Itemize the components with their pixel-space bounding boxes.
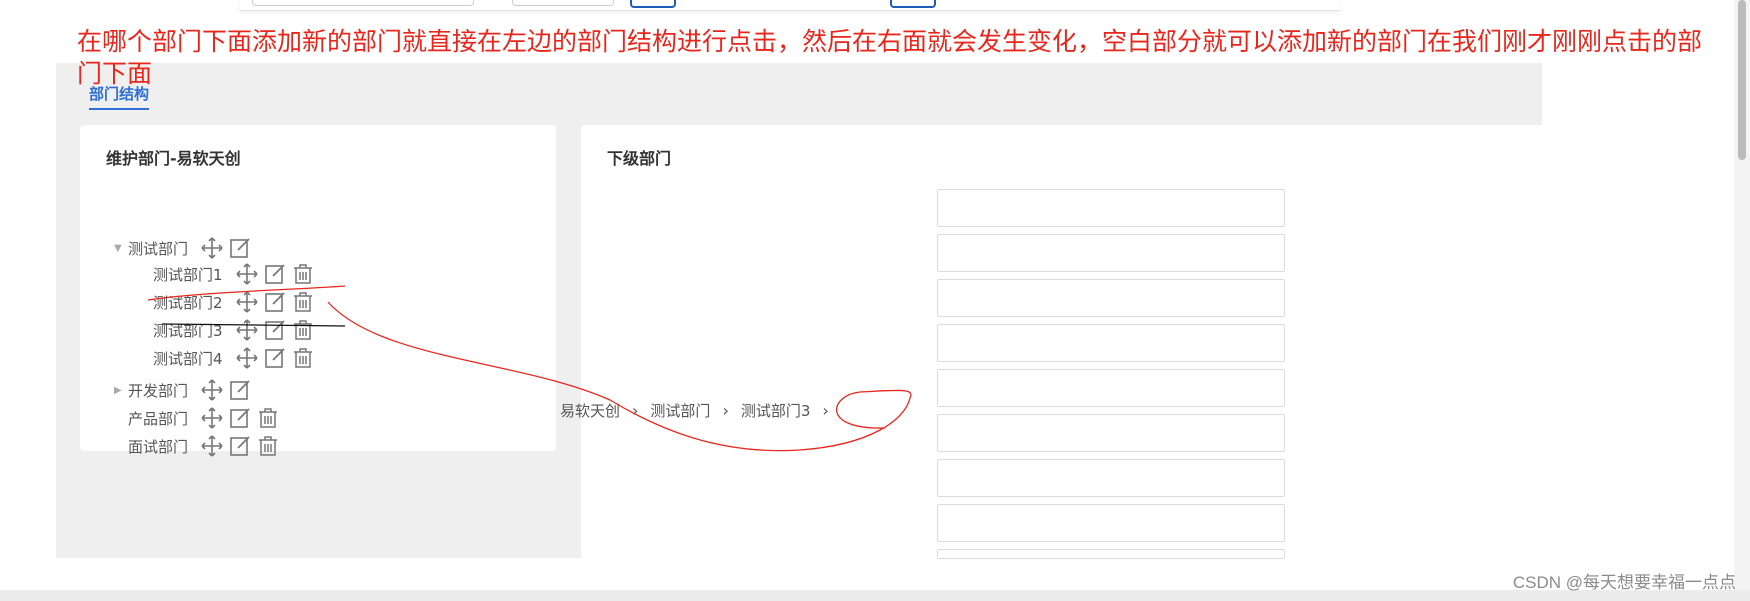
delete-icon[interactable] xyxy=(291,262,315,286)
tree-node-label[interactable]: 测试部门3 xyxy=(153,320,223,341)
caret-down-icon[interactable]: ▼ xyxy=(114,243,122,254)
new-department-inputs xyxy=(937,189,1287,566)
department-name-input[interactable] xyxy=(937,504,1285,542)
scrollbar-thumb[interactable] xyxy=(1738,0,1746,160)
watermark: CSDN @每天想要幸福一点点 xyxy=(1512,573,1736,592)
edit-icon[interactable] xyxy=(228,378,252,402)
tree-node[interactable]: ▶ 开发部门 xyxy=(114,377,256,403)
tree-node-label[interactable]: 产品部门 xyxy=(128,408,188,429)
edit-icon[interactable] xyxy=(228,406,252,430)
edit-icon[interactable] xyxy=(263,290,287,314)
delete-icon[interactable] xyxy=(291,346,315,370)
edit-icon[interactable] xyxy=(263,346,287,370)
department-name-input[interactable] xyxy=(937,324,1285,362)
bottom-strip xyxy=(0,590,1750,601)
breadcrumb: 易软天创 › 测试部门 › 测试部门3 › xyxy=(560,400,841,421)
department-name-input[interactable] xyxy=(937,189,1285,227)
tree-node-label[interactable]: 测试部门 xyxy=(128,238,188,259)
move-icon[interactable] xyxy=(235,346,259,370)
tree-node[interactable]: ▼ 测试部门 xyxy=(114,235,256,261)
chevron-right-icon: › xyxy=(822,401,829,420)
move-icon[interactable] xyxy=(200,406,224,430)
toolbar-field[interactable] xyxy=(512,0,614,6)
department-name-input[interactable] xyxy=(937,279,1285,317)
annotation-text: 在哪个部门下面添加新的部门就直接在左边的部门结构进行点击，然后在右面就会发生变化… xyxy=(77,27,1703,88)
toolbar-button[interactable] xyxy=(890,0,936,8)
chevron-right-icon: › xyxy=(632,401,639,420)
tree-node[interactable]: 面试部门 xyxy=(128,433,284,459)
move-icon[interactable] xyxy=(200,378,224,402)
breadcrumb-item[interactable]: 易软天创 xyxy=(560,400,620,421)
tree-node-label[interactable]: 测试部门1 xyxy=(153,264,223,285)
department-app: 部门结构 维护部门-易软天创 ▼ 测试部门 测试部门1 测试部门2 测试部门3 测试部门4… xyxy=(56,63,1542,558)
tree-node[interactable]: 测试部门3 xyxy=(153,317,319,343)
delete-icon[interactable] xyxy=(291,318,315,342)
delete-icon[interactable] xyxy=(291,290,315,314)
tree-node-label[interactable]: 测试部门4 xyxy=(153,348,223,369)
sub-department-title: 下级部门 xyxy=(607,149,672,168)
toolbar-button[interactable] xyxy=(630,0,676,8)
department-name-input[interactable] xyxy=(937,234,1285,272)
edit-icon[interactable] xyxy=(263,262,287,286)
move-icon[interactable] xyxy=(235,262,259,286)
caret-right-icon[interactable]: ▶ xyxy=(114,385,122,396)
tree-node[interactable]: 测试部门2 xyxy=(153,289,319,315)
tree-node-label[interactable]: 面试部门 xyxy=(128,436,188,457)
top-toolbar xyxy=(240,0,1340,11)
edit-icon[interactable] xyxy=(263,318,287,342)
tree-node[interactable]: 产品部门 xyxy=(128,405,284,431)
move-icon[interactable] xyxy=(200,434,224,458)
department-name-input[interactable] xyxy=(937,459,1285,497)
tree-node-label[interactable]: 测试部门2 xyxy=(153,292,223,313)
tree-node[interactable]: 测试部门1 xyxy=(153,261,319,287)
breadcrumb-item[interactable]: 测试部门 xyxy=(650,400,710,421)
move-icon[interactable] xyxy=(235,290,259,314)
tree-panel-title: 维护部门-易软天创 xyxy=(106,149,241,168)
edit-icon[interactable] xyxy=(228,236,252,260)
toolbar-field[interactable] xyxy=(252,0,474,6)
delete-icon[interactable] xyxy=(256,434,280,458)
move-icon[interactable] xyxy=(200,236,224,260)
tree-node[interactable]: 测试部门4 xyxy=(153,345,319,371)
delete-icon[interactable] xyxy=(256,406,280,430)
department-tree-panel: 维护部门-易软天创 ▼ 测试部门测试部门1 测试部门2 测试部门3 测试部门4 ▶ 开发部门… xyxy=(80,125,556,457)
department-name-input[interactable] xyxy=(937,369,1285,407)
vertical-scrollbar[interactable] xyxy=(1734,0,1750,601)
department-name-input[interactable] xyxy=(937,549,1285,559)
chevron-right-icon: › xyxy=(722,401,729,420)
breadcrumb-item[interactable]: 测试部门3 xyxy=(741,400,811,421)
edit-icon[interactable] xyxy=(228,434,252,458)
tree-node-label[interactable]: 开发部门 xyxy=(128,380,188,401)
department-name-input[interactable] xyxy=(937,414,1285,452)
move-icon[interactable] xyxy=(235,318,259,342)
